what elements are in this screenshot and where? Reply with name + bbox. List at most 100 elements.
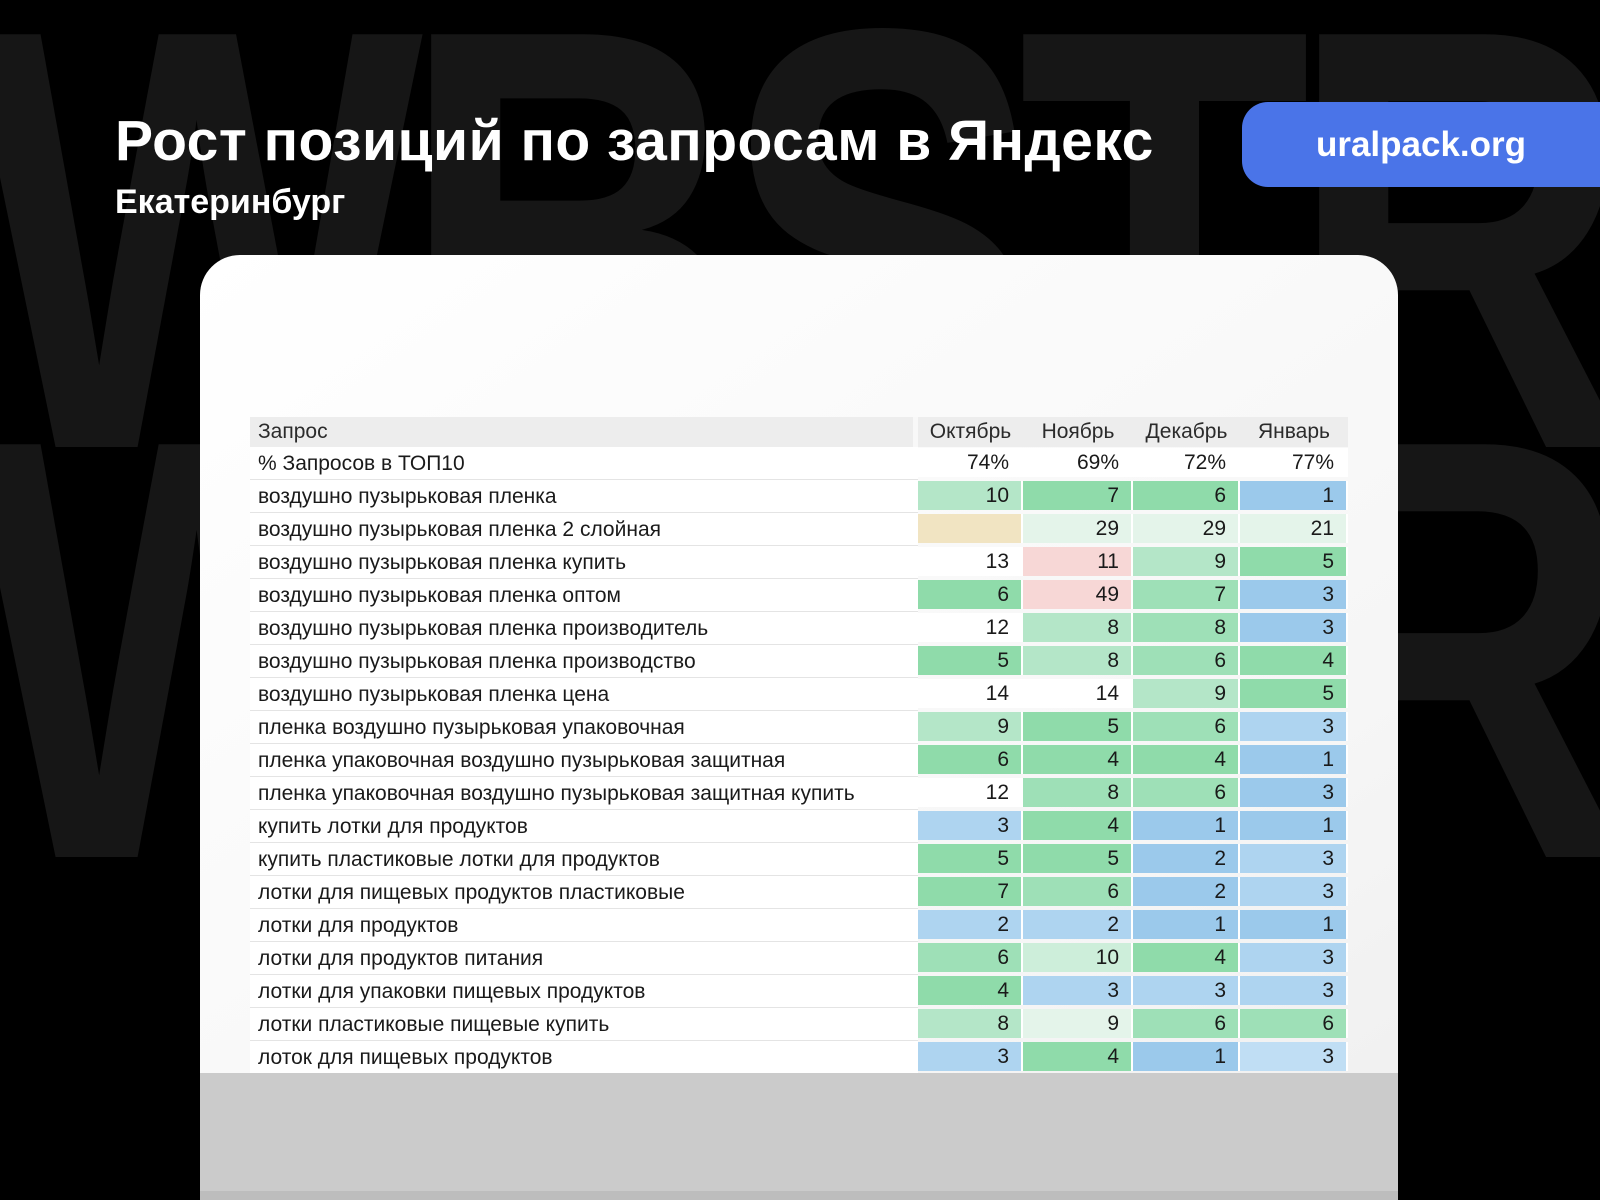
- value-cell: 5: [1023, 844, 1133, 873]
- value-cell: 3: [1240, 1042, 1348, 1071]
- table-row: воздушно пузырьковая пленка 2 слойная 29…: [250, 513, 1348, 546]
- table-row: воздушно пузырьковая пленка оптом 6 49 7…: [250, 579, 1348, 612]
- value-cell: 9: [918, 712, 1023, 741]
- value-cell: 3: [1240, 943, 1348, 972]
- value-cell: 3: [1240, 613, 1348, 642]
- value-cell: 49: [1023, 580, 1133, 609]
- value-cell: 6: [918, 943, 1023, 972]
- value-cell: 8: [1133, 613, 1240, 642]
- value-cell: 8: [1023, 778, 1133, 807]
- table-row: лотки для продуктов питания 6 10 4 3: [250, 942, 1348, 975]
- value-cell: 6: [1133, 481, 1240, 510]
- value-cell: 6: [1133, 778, 1240, 807]
- query-cell: воздушно пузырьковая пленка 2 слойная: [250, 513, 918, 546]
- query-cell: лотки для пищевых продуктов пластиковые: [250, 876, 918, 909]
- value-cell: 5: [1023, 712, 1133, 741]
- value-cell: 3: [1240, 580, 1348, 609]
- query-cell: купить пластиковые лотки для продуктов: [250, 843, 918, 876]
- value-cell: 6: [1240, 1009, 1348, 1038]
- value-cell: [918, 514, 1023, 543]
- column-header-october: Октябрь: [918, 417, 1023, 447]
- value-cell: 9: [1133, 679, 1240, 708]
- value-cell: 3: [1240, 778, 1348, 807]
- table-row: пленка упаковочная воздушно пузырьковая …: [250, 744, 1348, 777]
- value-cell: 14: [1023, 679, 1133, 708]
- query-cell: пленка воздушно пузырьковая упаковочная: [250, 711, 918, 744]
- value-cell: 4: [1133, 943, 1240, 972]
- value-cell: 14: [918, 679, 1023, 708]
- value-cell: 13: [918, 547, 1023, 576]
- table-row: воздушно пузырьковая пленка купить 13 11…: [250, 546, 1348, 579]
- content-card: Запрос Октябрь Ноябрь Декабрь Январь % З…: [200, 255, 1398, 1200]
- table-row: лотки пластиковые пищевые купить 8 9 6 6: [250, 1008, 1348, 1041]
- value-cell: 7: [1133, 580, 1240, 609]
- value-cell: 3: [918, 1042, 1023, 1071]
- value-cell: 6: [918, 745, 1023, 774]
- value-cell: 8: [1023, 613, 1133, 642]
- value-cell: 10: [1023, 943, 1133, 972]
- value-cell: 3: [1240, 877, 1348, 906]
- table-row: лоток для пищевых продуктов 3 4 1 3: [250, 1041, 1348, 1074]
- value-cell: 4: [1023, 811, 1133, 840]
- gray-footer-edge: [200, 1191, 1398, 1200]
- query-cell: % Запросов в ТОП10: [250, 447, 918, 480]
- table-row: воздушно пузырьковая пленка 10 7 6 1: [250, 480, 1348, 513]
- value-cell: 72%: [1133, 448, 1240, 477]
- value-cell: 2: [1023, 910, 1133, 939]
- value-cell: 4: [1240, 646, 1348, 675]
- value-cell: 3: [1240, 976, 1348, 1005]
- query-cell: воздушно пузырьковая пленка производител…: [250, 612, 918, 645]
- value-cell: 3: [1023, 976, 1133, 1005]
- value-cell: 5: [918, 646, 1023, 675]
- query-cell: лотки для продуктов: [250, 909, 918, 942]
- table-row: лотки для пищевых продуктов пластиковые …: [250, 876, 1348, 909]
- table-row: купить лотки для продуктов 3 4 1 1: [250, 810, 1348, 843]
- value-cell: 5: [1240, 679, 1348, 708]
- value-cell: 74%: [918, 448, 1023, 477]
- value-cell: 2: [1133, 877, 1240, 906]
- query-cell: купить лотки для продуктов: [250, 810, 918, 843]
- value-cell: 1: [1133, 811, 1240, 840]
- site-badge[interactable]: uralpack.org: [1242, 102, 1600, 187]
- value-cell: 69%: [1023, 448, 1133, 477]
- query-cell: воздушно пузырьковая пленка: [250, 480, 918, 513]
- value-cell: 2: [918, 910, 1023, 939]
- query-cell: лоток для пищевых продуктов: [250, 1041, 918, 1074]
- gray-footer-area: [200, 1073, 1398, 1200]
- table-body: % Запросов в ТОП10 74% 69% 72% 77% возду…: [250, 447, 1348, 1074]
- value-cell: 4: [918, 976, 1023, 1005]
- site-badge-label: uralpack.org: [1316, 125, 1526, 165]
- value-cell: 6: [918, 580, 1023, 609]
- page-title: Рост позиций по запросам в Яндекс: [115, 108, 1154, 174]
- table-header-row: Запрос Октябрь Ноябрь Декабрь Январь: [250, 417, 1348, 447]
- value-cell: 29: [1133, 514, 1240, 543]
- value-cell: 3: [1240, 712, 1348, 741]
- value-cell: 5: [918, 844, 1023, 873]
- value-cell: 4: [1133, 745, 1240, 774]
- value-cell: 6: [1023, 877, 1133, 906]
- value-cell: 1: [1240, 481, 1348, 510]
- value-cell: 2: [1133, 844, 1240, 873]
- value-cell: 7: [918, 877, 1023, 906]
- column-header-december: Декабрь: [1133, 417, 1240, 447]
- value-cell: 1: [1133, 1042, 1240, 1071]
- query-cell: лотки для упаковки пищевых продуктов: [250, 975, 918, 1008]
- value-cell: 3: [918, 811, 1023, 840]
- value-cell: 1: [1240, 910, 1348, 939]
- value-cell: 5: [1240, 547, 1348, 576]
- table-row: пленка воздушно пузырьковая упаковочная …: [250, 711, 1348, 744]
- value-cell: 4: [1023, 745, 1133, 774]
- value-cell: 6: [1133, 646, 1240, 675]
- column-header-query: Запрос: [250, 417, 918, 447]
- column-header-november: Ноябрь: [1023, 417, 1133, 447]
- query-cell: воздушно пузырьковая пленка оптом: [250, 579, 918, 612]
- page-subtitle: Екатеринбург: [115, 183, 345, 222]
- table-row: % Запросов в ТОП10 74% 69% 72% 77%: [250, 447, 1348, 480]
- value-cell: 8: [1023, 646, 1133, 675]
- value-cell: 7: [1023, 481, 1133, 510]
- value-cell: 29: [1023, 514, 1133, 543]
- query-cell: лотки для продуктов питания: [250, 942, 918, 975]
- value-cell: 21: [1240, 514, 1348, 543]
- query-cell: воздушно пузырьковая пленка производство: [250, 645, 918, 678]
- value-cell: 12: [918, 613, 1023, 642]
